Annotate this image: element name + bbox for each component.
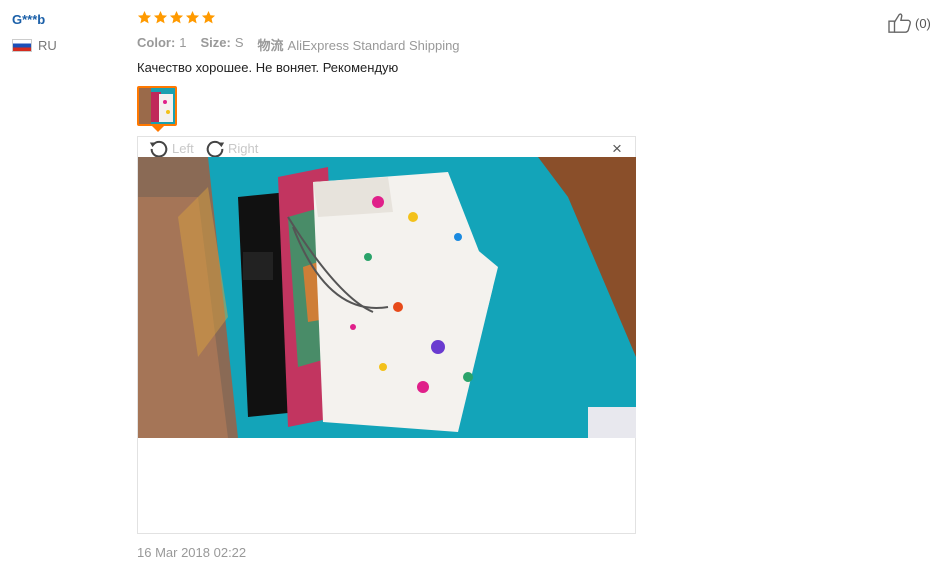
purchase-attributes: Color: 1 Size: S 物流 AliExpress Standard Shi… — [137, 35, 460, 54]
flag-ru-icon — [12, 39, 32, 52]
attr-color: Color: 1 — [137, 35, 187, 54]
star-icon — [137, 10, 152, 24]
attr-size: Size: S — [201, 35, 244, 54]
shipping-label: 物流 — [257, 38, 284, 53]
attr-shipping: 物流 AliExpress Standard Shipping — [258, 35, 460, 54]
star-icon — [185, 10, 200, 24]
color-label: Color: — [137, 35, 176, 50]
close-icon: × — [612, 139, 622, 158]
review-date: 16 Mar 2018 02:22 — [137, 545, 247, 560]
star-rating — [137, 10, 216, 25]
thumbnail-pointer — [152, 126, 164, 132]
reviewer-country: RU — [12, 38, 57, 53]
product-photo — [138, 157, 636, 438]
star-icon — [169, 10, 184, 24]
rotate-left-label: Left — [172, 140, 194, 156]
color-value: 1 — [179, 35, 187, 50]
rotate-right-icon — [206, 140, 225, 158]
helpful-count: (0) — [915, 15, 931, 31]
review-text: Качество хорошее. Не воняет. Рекомендую — [137, 60, 399, 75]
review-photo-thumbnail[interactable] — [137, 86, 177, 126]
rotate-right-label: Right — [228, 140, 259, 156]
helpful-button[interactable]: (0) — [888, 12, 931, 34]
thumbs-up-icon — [888, 13, 911, 33]
size-label: Size: — [200, 35, 231, 50]
country-code: RU — [38, 38, 57, 53]
thumbnail-image — [139, 88, 175, 124]
size-value: S — [234, 35, 244, 50]
reviewer-name[interactable]: G***b — [12, 12, 45, 27]
rotate-left-icon — [149, 140, 168, 158]
star-icon — [201, 10, 216, 24]
star-icon — [153, 10, 168, 24]
review-photo-large — [138, 157, 636, 438]
rotate-right-button[interactable]: Right — [204, 137, 258, 159]
close-viewer-button[interactable]: × — [612, 139, 622, 159]
shipping-value: AliExpress Standard Shipping — [287, 38, 460, 53]
rotate-left-button[interactable]: Left — [148, 137, 194, 159]
